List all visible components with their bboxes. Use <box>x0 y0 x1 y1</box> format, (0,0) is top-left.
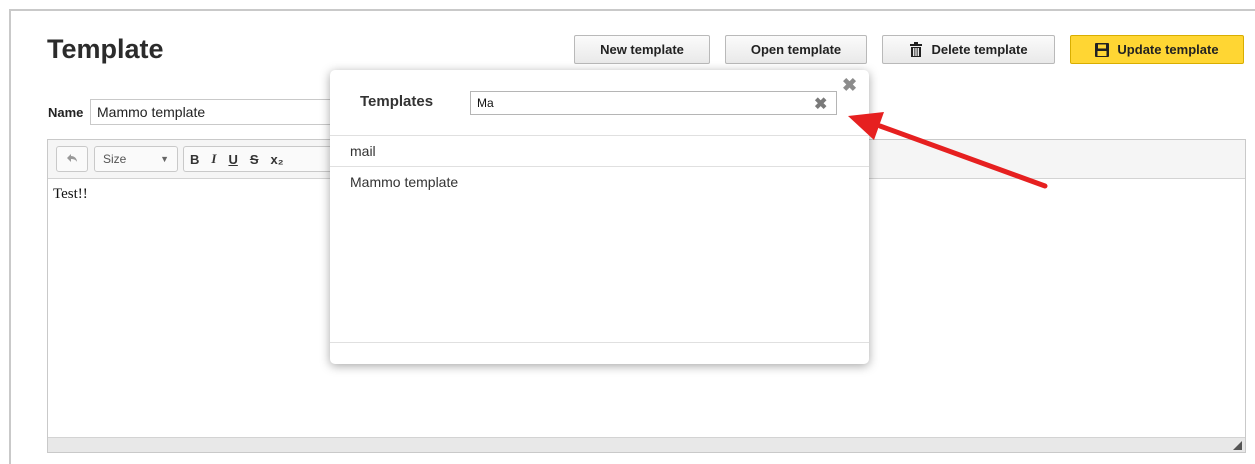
annotation-arrow-icon <box>848 112 1048 189</box>
